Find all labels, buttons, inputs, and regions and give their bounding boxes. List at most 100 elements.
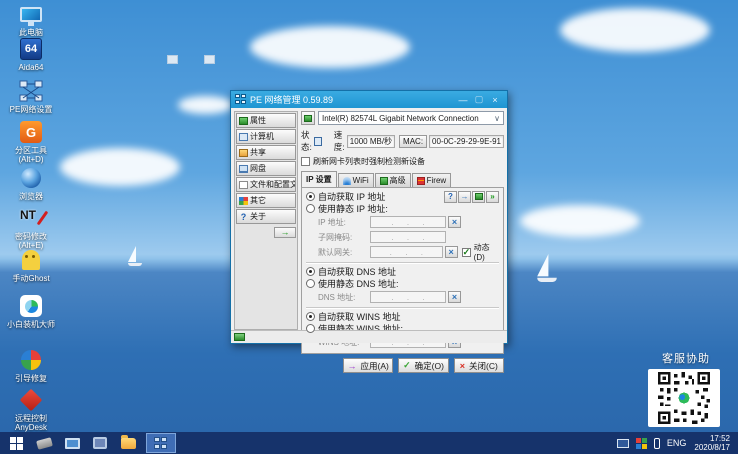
sidebar-item-label: 网盘 [250, 164, 266, 173]
ip-clear-button[interactable]: × [448, 216, 461, 228]
titlebar[interactable]: PE 网络管理 0.59.89 — ▢ × [231, 91, 507, 108]
desktop: 此电脑 64 Aida64 PE网络设置 G 分区工具 (Alt+D) 浏览器 … [0, 0, 738, 454]
expand-button[interactable]: » [486, 190, 499, 203]
window-title: PE 网络管理 0.59.89 [250, 95, 334, 105]
maximize-button[interactable]: ▢ [471, 94, 487, 105]
taskbar-network-app-button[interactable] [146, 433, 176, 453]
taskbar-display-button[interactable] [60, 433, 84, 453]
tray-color-icon[interactable] [635, 437, 647, 449]
refresh-force-checkbox[interactable] [301, 157, 310, 166]
sidebar-item-other[interactable]: 其它 [236, 193, 296, 208]
desktop-icon-this-pc[interactable]: 此电脑 [2, 2, 60, 37]
gateway-clear-button[interactable]: × [444, 246, 458, 258]
sidebar-next-button[interactable]: → [274, 227, 296, 238]
sidebar-item-label: 计算机 [250, 132, 274, 141]
tab-ip-settings[interactable]: IP 设置 [301, 171, 337, 187]
sidebar-item-label: 其它 [250, 196, 266, 205]
sidebar-item-label: 关于 [250, 212, 266, 221]
tab-strip: IP 设置 WiFi 高级 Firew [301, 171, 504, 187]
sidebar-item-netdrive[interactable]: 网盘 [236, 161, 296, 176]
static-wins-radio[interactable] [306, 324, 315, 333]
taskbar: ENG 17:52 2020/8/17 [0, 432, 738, 454]
tab-label: Firew [426, 176, 447, 185]
adapter-tool-button[interactable] [472, 190, 485, 203]
apply-button[interactable]: → 应用(A) [343, 358, 394, 373]
help-button[interactable]: ? [444, 190, 457, 203]
nic-icon [239, 116, 248, 125]
static-dns-label: 使用静态 DNS 地址: [318, 279, 399, 289]
sidebar-item-properties[interactable]: 属性 [236, 113, 296, 128]
tab-advanced[interactable]: 高级 [374, 173, 411, 187]
minimize-button[interactable]: — [455, 95, 471, 105]
close-button[interactable]: × [487, 95, 503, 105]
computer-icon [93, 437, 107, 449]
mac-button[interactable]: MAC: [399, 134, 428, 148]
desktop-icon-boot-repair[interactable]: 引导修复 [2, 348, 60, 383]
dialog-buttons: → 应用(A) ✓ 确定(O) × 关闭(C) [343, 358, 504, 373]
taskbar-clock[interactable]: 17:52 2020/8/17 [694, 434, 730, 452]
installer-icon [18, 294, 44, 318]
system-tray: ENG 17:52 2020/8/17 [616, 432, 738, 454]
static-ip-label: 使用静态 IP 地址: [318, 204, 388, 214]
adapter-refresh-button[interactable] [301, 111, 315, 125]
check-icon: ✓ [403, 360, 411, 370]
taskbar-explorer-button[interactable] [116, 433, 140, 453]
firewall-icon [416, 176, 425, 185]
share-icon [239, 148, 248, 157]
language-indicator[interactable]: ENG [667, 438, 687, 448]
network-icon [153, 436, 169, 450]
tab-firewall[interactable]: Firew [411, 173, 452, 187]
desktop-icon-label: 引导修复 [15, 374, 47, 383]
sailboat [537, 254, 557, 282]
sidebar-item-share[interactable]: 共享 [236, 145, 296, 160]
desktop-icon-xiaobai-installer[interactable]: 小白装机大师 [2, 294, 60, 329]
desktop-icon-diskgenius[interactable]: G 分区工具 (Alt+D) [2, 120, 60, 164]
auto-wins-radio[interactable] [306, 312, 315, 321]
ip-address-input[interactable]: . . . [370, 216, 446, 228]
sidebar-item-about[interactable]: ? 关于 [236, 209, 296, 224]
static-ip-radio[interactable] [306, 204, 315, 213]
pinwheel-icon [18, 348, 44, 372]
static-dns-radio[interactable] [306, 279, 315, 288]
apply-quick-button[interactable]: → [458, 190, 471, 203]
folder-icon [120, 434, 136, 449]
sidebar-item-computer[interactable]: 计算机 [236, 129, 296, 144]
dynamic-checkbox[interactable] [461, 247, 471, 258]
divider [306, 307, 499, 309]
desktop-icon-label: Aida64 [18, 63, 44, 72]
desktop-icon-password-reset[interactable]: NT 密码修改 (Alt+E) [2, 206, 60, 250]
desktop-icon-label: 浏览器 [19, 192, 43, 201]
desktop-icon-aida64[interactable]: 64 Aida64 [2, 37, 60, 72]
sidebar-item-label: 文件和配置文件 [250, 180, 295, 189]
desktop-icon-anydesk[interactable]: 远程控制 AnyDesk [2, 388, 60, 432]
support-qr-area: 客服协助 [648, 350, 724, 427]
nic-icon [304, 114, 312, 122]
sidebar-item-profiles[interactable]: 文件和配置文件 [236, 177, 296, 192]
dns-address-input[interactable]: . . . [370, 291, 446, 303]
desktop-icon-pe-network[interactable]: PE网络设置 [2, 79, 60, 114]
tab-label: 高级 [389, 176, 406, 185]
ok-button[interactable]: ✓ 确定(O) [398, 358, 449, 373]
start-button[interactable] [4, 433, 28, 453]
desktop-icon-label: 分区工具 (Alt+D) [15, 146, 47, 164]
desktop-icon-label: 手动Ghost [12, 274, 50, 283]
taskbar-tools-button[interactable] [32, 433, 56, 453]
adapter-dropdown[interactable]: Intel(R) 82574L Gigabit Network Connecti… [318, 111, 504, 125]
desktop-icon-browser[interactable]: 浏览器 [2, 166, 60, 201]
app-icon [235, 94, 246, 105]
taskbar-computer-button[interactable] [88, 433, 112, 453]
cloud [250, 26, 410, 68]
auto-dns-radio[interactable] [306, 267, 315, 276]
subnet-mask-input[interactable]: . . . [370, 231, 446, 243]
computer-icon [239, 132, 248, 141]
desktop-icon-ghost[interactable]: 手动Ghost [2, 248, 60, 283]
tray-display-icon[interactable] [616, 438, 629, 448]
gateway-input[interactable]: . . . [370, 246, 443, 258]
tab-wifi[interactable]: WiFi [337, 173, 374, 187]
tray-device-icon[interactable] [653, 437, 660, 449]
close-dialog-button[interactable]: × 关闭(C) [453, 358, 504, 373]
network-nodes-icon [18, 79, 44, 103]
dns-clear-button[interactable]: × [448, 291, 461, 303]
auto-ip-radio[interactable] [306, 192, 315, 201]
windows-logo-icon [9, 436, 23, 450]
